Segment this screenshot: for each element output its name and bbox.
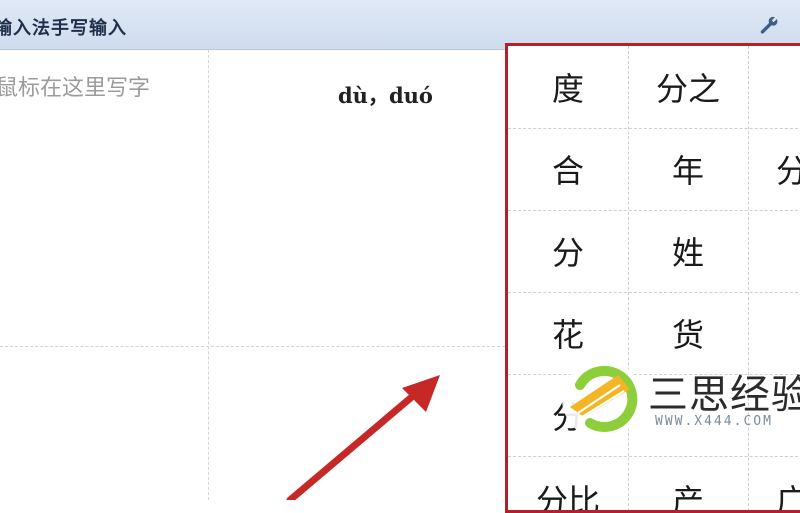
candidate-cell[interactable]: 姓	[628, 210, 748, 292]
pad-hint: 鼠标在这里写字	[0, 76, 151, 101]
wrench-icon[interactable]	[758, 14, 780, 36]
pad-guide-line	[208, 50, 209, 500]
candidate-cell[interactable]	[748, 210, 800, 292]
candidate-cell[interactable]	[748, 46, 800, 128]
pinyin-reading: dù，duó	[338, 83, 433, 108]
candidate-cell[interactable]: 分	[508, 210, 628, 292]
window-title: 输入法手写输入	[0, 18, 127, 39]
candidate-cell[interactable]: 年	[628, 128, 748, 210]
candidate-cell[interactable]: 分比	[508, 456, 628, 510]
candidate-cell[interactable]: 分之	[628, 46, 748, 128]
candidate-cell[interactable]: 产	[628, 456, 748, 510]
candidate-cell[interactable]: 合	[508, 128, 628, 210]
candidate-cell[interactable]: 广	[748, 456, 800, 510]
watermark-url: WWW.X444.COM	[655, 414, 773, 429]
pad-guide-line	[0, 346, 505, 347]
candidate-cell[interactable]: 分	[748, 128, 800, 210]
watermark-text: 三思经验	[648, 372, 800, 418]
candidate-cell[interactable]: 度	[508, 46, 628, 128]
annotation-arrow	[286, 375, 440, 500]
